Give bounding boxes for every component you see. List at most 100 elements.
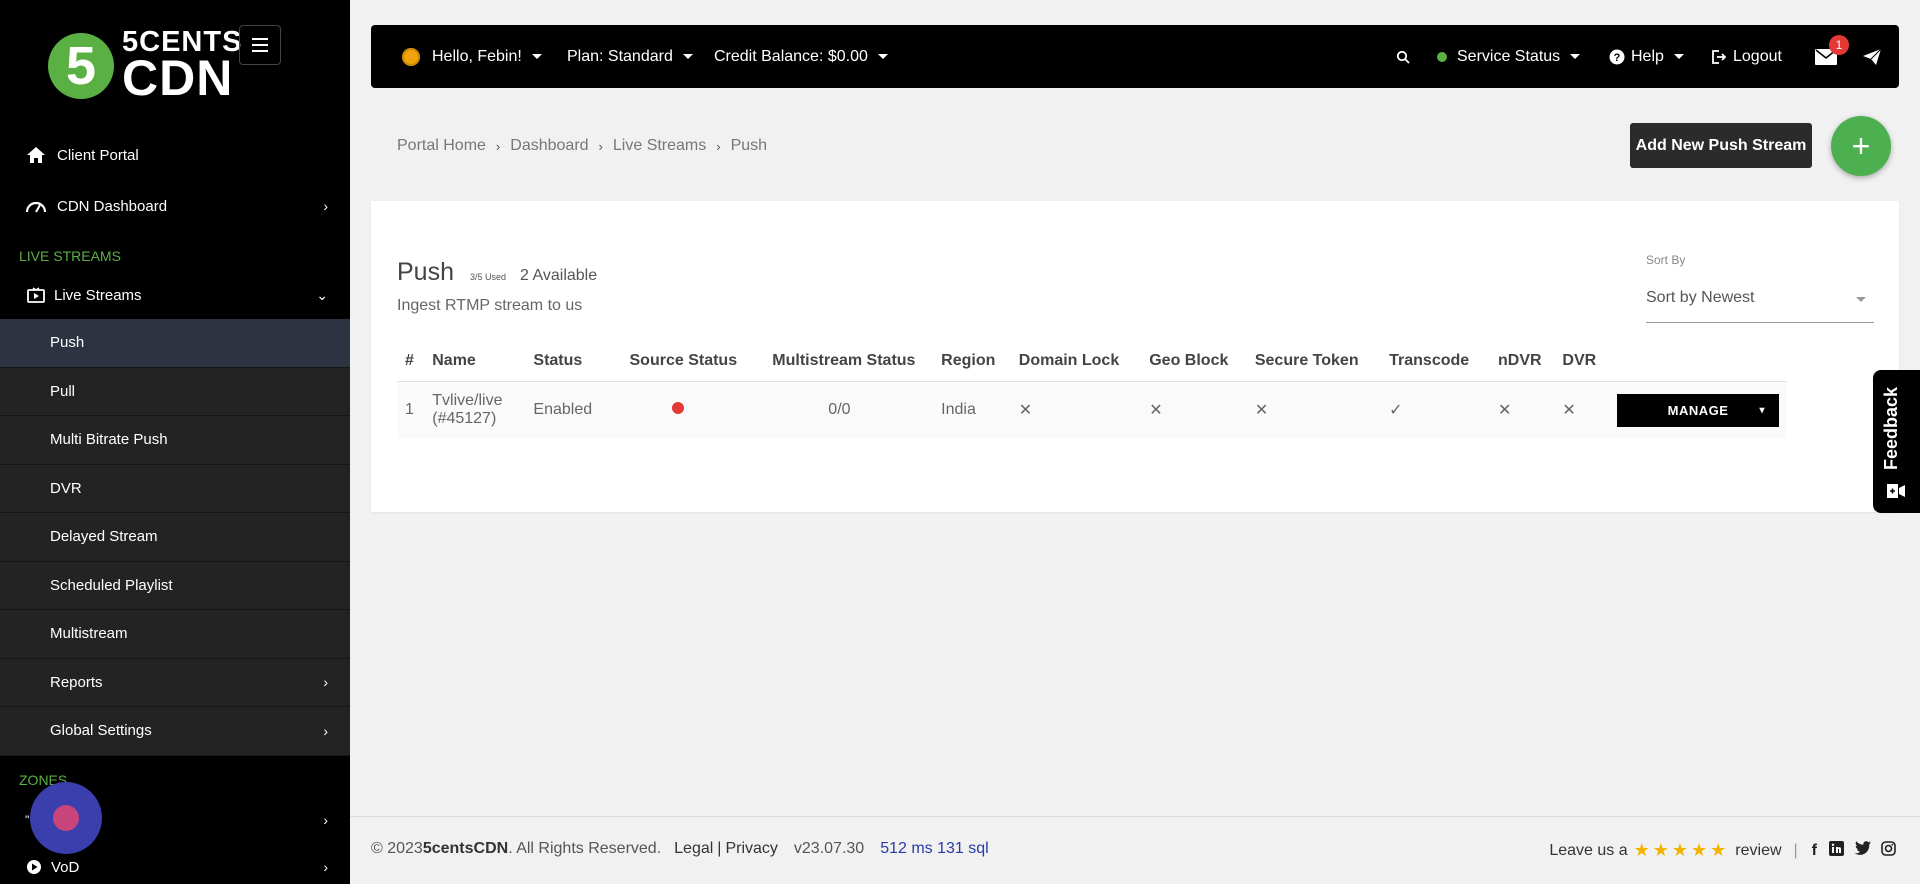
cell-secure-token: ✕ <box>1246 380 1382 439</box>
menu-toggle-button[interactable] <box>239 25 281 65</box>
legal-link[interactable]: Legal <box>674 840 713 858</box>
submenu-item-push[interactable]: Push <box>0 319 350 368</box>
chat-widget-button[interactable] <box>30 782 102 854</box>
chevron-right-icon: › <box>716 138 721 154</box>
plus-icon: + <box>1851 127 1871 164</box>
cell-domain-lock: ✕ <box>1010 380 1142 439</box>
cell-source-status <box>621 380 765 439</box>
stream-name: Tvlive/live <box>432 392 503 410</box>
caret-down-icon <box>1856 297 1866 302</box>
sidebar-item-vod[interactable]: VoD › <box>0 855 350 879</box>
sidebar-item-label: Live Streams <box>54 286 142 304</box>
sort-label: Sort By <box>1646 253 1686 267</box>
caret-down-icon <box>877 54 888 59</box>
breadcrumb-live-streams[interactable]: Live Streams <box>613 137 706 155</box>
feedback-tab[interactable]: Feedback <box>1873 370 1920 513</box>
submenu-item-multistream[interactable]: Multistream <box>0 610 350 659</box>
column-header: nDVR <box>1498 351 1542 369</box>
source-status-offline-icon <box>671 402 684 415</box>
live-streams-submenu: Push Pull Multi Bitrate Push DVR Delayed… <box>0 319 350 756</box>
submenu-item-scheduled-playlist[interactable]: Scheduled Playlist <box>0 562 350 610</box>
table-row: 1 Tvlive/live (#45127) Enabled 0/0 India… <box>397 380 1787 439</box>
status-dot-icon <box>1437 51 1447 62</box>
breadcrumb: Portal Home › Dashboard › Live Streams ›… <box>397 137 767 155</box>
card-header: Push 3/5 Used 2 Available <box>397 258 597 287</box>
live-tv-icon <box>25 284 47 306</box>
twitter-icon[interactable] <box>1854 841 1871 860</box>
sidebar-item-cdn-dashboard[interactable]: CDN Dashboard › <box>0 194 350 218</box>
service-status-menu[interactable]: Service Status <box>1437 25 1581 88</box>
cell-ndvr: ✕ <box>1490 380 1555 439</box>
chat-bubble-icon <box>53 805 79 831</box>
sidebar-item-client-portal[interactable]: Client Portal <box>0 143 350 167</box>
search-button[interactable] <box>1396 25 1410 88</box>
review-prefix: Leave us a <box>1549 841 1628 859</box>
chevron-right-icon: › <box>323 812 328 828</box>
brand-logo[interactable]: 5 5CENTS CDN <box>48 28 242 103</box>
feedback-label: Feedback <box>1881 386 1901 470</box>
submenu-item-reports[interactable]: Reports › <box>0 659 350 707</box>
breadcrumb-portal-home[interactable]: Portal Home <box>397 137 486 155</box>
caret-down-icon <box>1673 54 1684 59</box>
footer: © 2023 5centsCDN . All Rights Reserved. … <box>350 816 1920 884</box>
column-header: # <box>405 351 414 369</box>
brand-name: 5centsCDN <box>422 840 509 857</box>
logout-text: Logout <box>1733 47 1782 65</box>
svg-text:?: ? <box>1614 52 1621 64</box>
privacy-link[interactable]: Privacy <box>725 840 777 858</box>
footer-right: Leave us a ★★★★★ review | f <box>1549 840 1896 861</box>
greeting-text: Hello, Febin! <box>432 47 522 65</box>
available-count: 2 Available <box>520 267 598 284</box>
user-menu[interactable]: Hello, Febin! <box>402 25 542 88</box>
facebook-icon[interactable]: f <box>1812 842 1817 860</box>
hamburger-icon <box>252 36 268 54</box>
submenu-item-multi-bitrate-push[interactable]: Multi Bitrate Push <box>0 416 350 465</box>
cell-transcode: ✓ <box>1381 380 1490 439</box>
instagram-icon[interactable] <box>1881 840 1896 861</box>
chevron-right-icon: › <box>323 859 328 875</box>
chevron-right-icon: › <box>495 138 501 154</box>
version-text: v23.07.30 <box>793 840 865 857</box>
logout-button[interactable]: Logout <box>1710 25 1782 88</box>
breadcrumb-dashboard[interactable]: Dashboard <box>510 137 588 155</box>
chevron-right-icon: › <box>323 674 328 691</box>
column-header-actions <box>1609 341 1787 381</box>
column-header: Domain Lock <box>1018 351 1120 369</box>
sidebar-item-label: CDN Dashboard <box>57 197 168 215</box>
home-icon <box>25 144 47 166</box>
chevron-right-icon: › <box>598 138 603 154</box>
credit-text: Credit Balance: $0.00 <box>714 47 868 65</box>
breadcrumb-current: Push <box>730 137 768 154</box>
linkedin-icon[interactable] <box>1829 840 1844 861</box>
help-text: Help <box>1631 47 1664 65</box>
submenu-item-label: Reports <box>50 673 103 691</box>
plan-menu[interactable]: Plan: Standard <box>567 25 693 88</box>
caret-down-icon <box>1570 54 1581 59</box>
caret-down-icon <box>531 54 542 59</box>
sort-select[interactable]: Sort by Newest <box>1646 277 1874 323</box>
submenu-item-dvr[interactable]: DVR <box>0 465 350 513</box>
column-header: Geo Block <box>1149 351 1229 369</box>
add-push-stream-button[interactable]: Add New Push Stream <box>1630 123 1812 168</box>
column-header: DVR <box>1562 351 1597 369</box>
help-icon: ? <box>1609 49 1625 64</box>
messages-button[interactable] <box>1815 25 1837 88</box>
chevron-down-icon: ▾ <box>1759 404 1765 416</box>
footer-left: © 2023 5centsCDN . All Rights Reserved. … <box>371 840 989 858</box>
sidebar-item-live-streams[interactable]: Live Streams ⌄ <box>0 283 350 307</box>
credit-menu[interactable]: Credit Balance: $0.00 <box>714 25 888 88</box>
send-button[interactable] <box>1863 25 1881 88</box>
top-navbar: Hello, Febin! Plan: Standard Credit Bala… <box>371 25 1899 88</box>
cell-name[interactable]: Tvlive/live (#45127) <box>424 380 526 439</box>
plus-fab-button[interactable]: + <box>1831 116 1891 176</box>
submenu-item-pull[interactable]: Pull <box>0 368 350 416</box>
manage-dropdown-button[interactable]: MANAGE ▾ <box>1617 393 1779 427</box>
column-header: Region <box>941 351 996 369</box>
star-rating-icon[interactable]: ★★★★★ <box>1634 840 1730 861</box>
sidebar-item-label: VoD <box>51 858 80 876</box>
submenu-item-global-settings[interactable]: Global Settings › <box>0 707 350 756</box>
help-menu[interactable]: ? Help <box>1609 25 1684 88</box>
submenu-item-delayed-stream[interactable]: Delayed Stream <box>0 513 350 562</box>
rights-text: . All Rights Reserved. <box>508 840 662 857</box>
play-circle-icon <box>25 856 43 878</box>
